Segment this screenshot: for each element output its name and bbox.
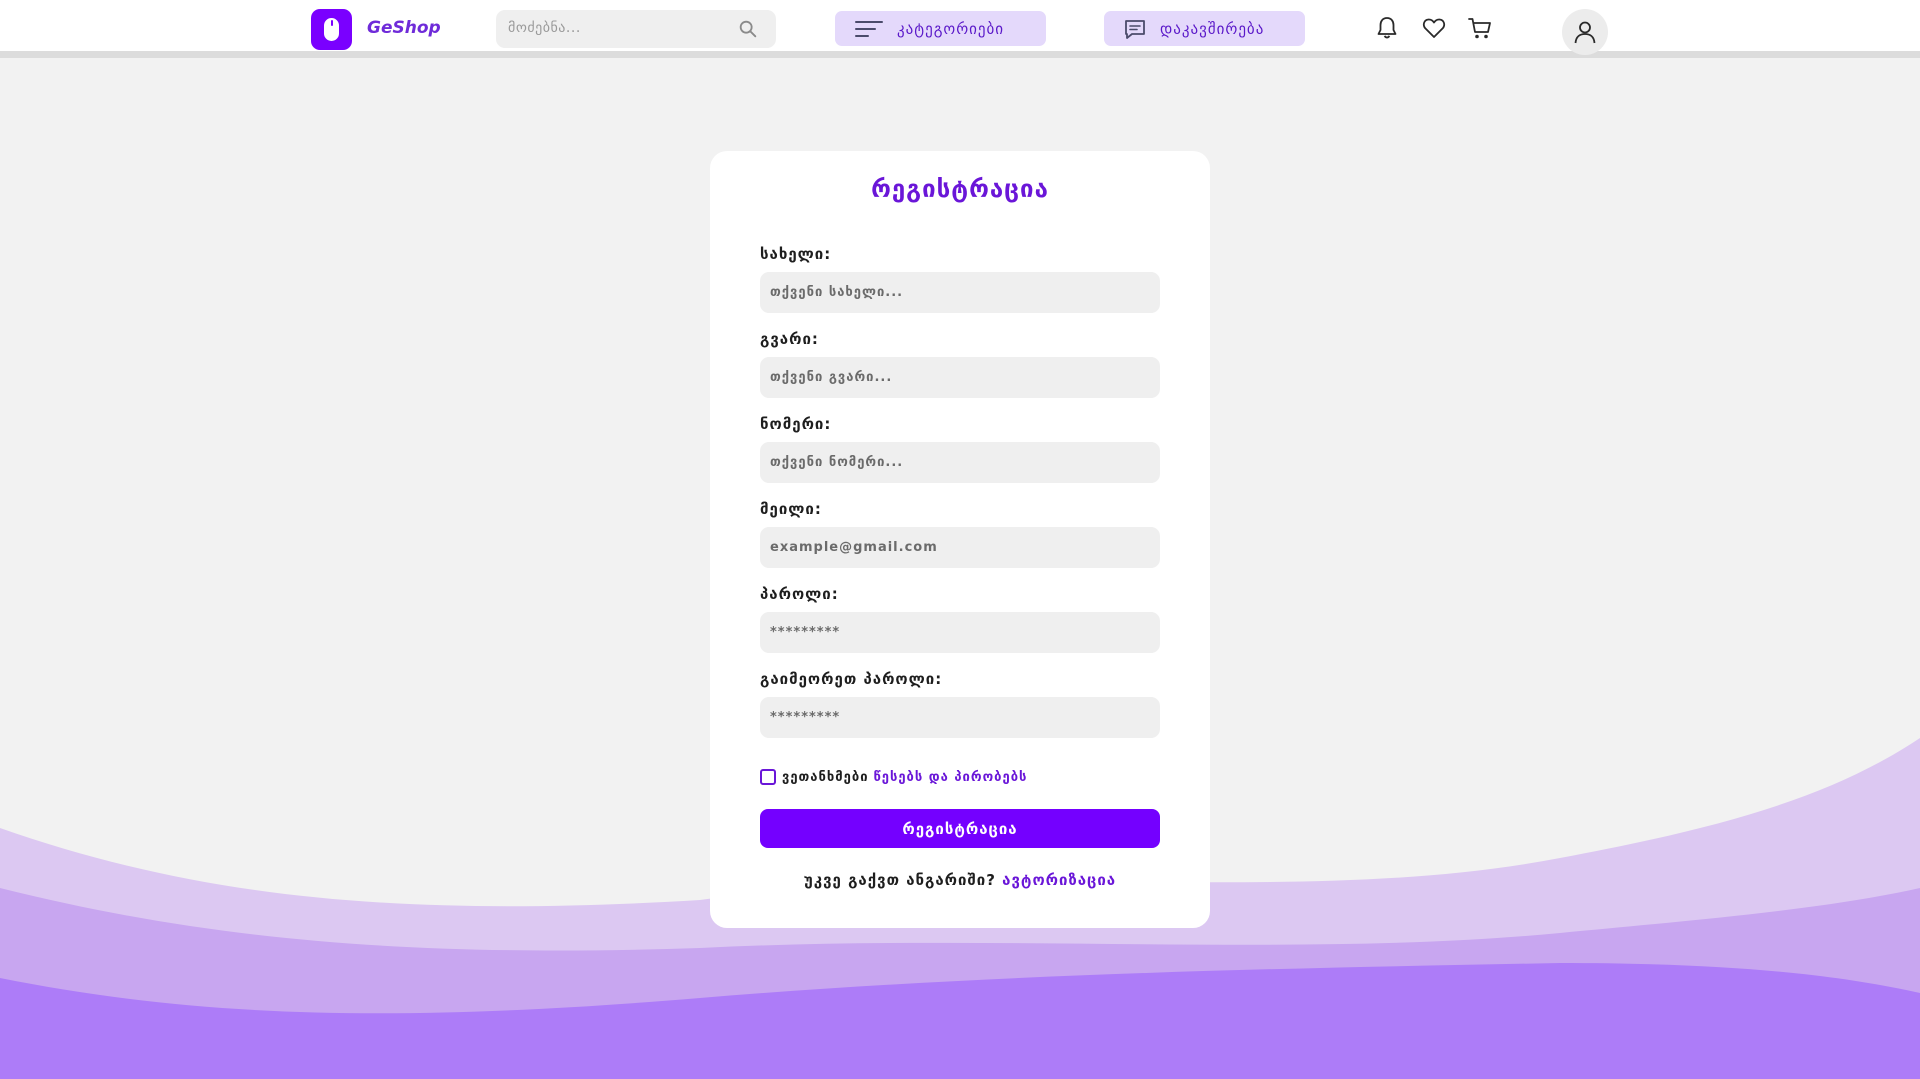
form-title: რეგისტრაცია bbox=[871, 175, 1049, 203]
avatar[interactable] bbox=[1562, 9, 1608, 55]
search-icon[interactable] bbox=[737, 18, 759, 40]
terms-checkbox[interactable] bbox=[760, 769, 776, 785]
phone-label: ნომერი: bbox=[760, 415, 832, 433]
heart-icon[interactable] bbox=[1421, 15, 1447, 41]
user-icon bbox=[1574, 21, 1596, 44]
registration-card: რეგისტრაცია სახელი: გვარი: ნომერი: მეილი… bbox=[710, 151, 1210, 928]
first-name-field[interactable] bbox=[760, 272, 1160, 313]
chat-icon bbox=[1125, 19, 1145, 39]
top-header: GeShop მოძებნა... კატეგორიები დაკავშირებ… bbox=[0, 0, 1920, 58]
categories-label: კატეგორიები bbox=[897, 19, 1005, 38]
password-label: პაროლი: bbox=[760, 585, 839, 603]
mouse-icon bbox=[324, 18, 339, 41]
email-label: მეილი: bbox=[760, 500, 822, 518]
logo[interactable] bbox=[311, 9, 352, 50]
confirm-password-field[interactable] bbox=[760, 697, 1160, 738]
login-link[interactable]: ავტორიზაცია bbox=[1002, 871, 1116, 889]
first-name-label: სახელი: bbox=[760, 245, 832, 263]
last-name-label: გვარი: bbox=[760, 330, 819, 348]
contact-button[interactable]: დაკავშირება bbox=[1104, 11, 1305, 46]
agree-text: ვეთანხმები bbox=[782, 769, 869, 785]
confirm-password-label: გაიმეორეთ პაროლი: bbox=[760, 670, 943, 688]
register-button[interactable]: რეგისტრაცია bbox=[760, 809, 1160, 848]
have-account-text: უკვე გაქვთ ანგარიში? bbox=[803, 871, 996, 889]
phone-field[interactable] bbox=[760, 442, 1160, 483]
contact-label: დაკავშირება bbox=[1160, 19, 1265, 38]
terms-row: ვეთანხმები წესებს და პირობებს bbox=[760, 769, 1027, 785]
last-name-field[interactable] bbox=[760, 357, 1160, 398]
bell-icon[interactable] bbox=[1374, 15, 1400, 41]
terms-link[interactable]: წესებს და პირობებს bbox=[874, 770, 1028, 785]
email-field[interactable] bbox=[760, 527, 1160, 568]
search-input[interactable]: მოძებნა... bbox=[508, 20, 581, 36]
menu-icon bbox=[855, 20, 883, 37]
cart-icon[interactable] bbox=[1467, 15, 1493, 41]
password-field[interactable] bbox=[760, 612, 1160, 653]
search-bar[interactable]: მოძებნა... bbox=[496, 10, 776, 48]
brand-name[interactable]: GeShop bbox=[367, 18, 441, 38]
categories-button[interactable]: კატეგორიები bbox=[835, 11, 1046, 46]
login-prompt: უკვე გაქვთ ანგარიში? ავტორიზაცია bbox=[710, 871, 1210, 889]
